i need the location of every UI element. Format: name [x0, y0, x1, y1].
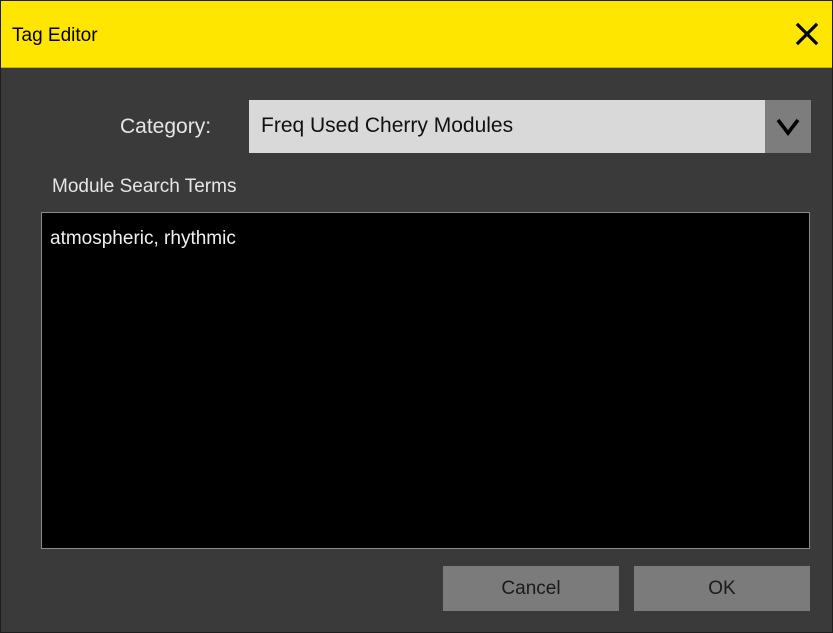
- search-terms-textarea[interactable]: atmospheric, rhythmic: [41, 212, 810, 549]
- cancel-button[interactable]: Cancel: [443, 566, 619, 611]
- dropdown-toggle[interactable]: [765, 100, 811, 153]
- dialog-title: Tag Editor: [12, 25, 98, 46]
- search-terms-label: Module Search Terms: [52, 176, 237, 197]
- category-select[interactable]: Freq Used Cherry Modules: [249, 100, 811, 153]
- close-button[interactable]: [790, 17, 824, 51]
- chevron-down-icon: [776, 118, 800, 136]
- category-label: Category:: [120, 115, 212, 138]
- category-selected-value: Freq Used Cherry Modules: [261, 114, 514, 137]
- close-icon: [795, 22, 819, 46]
- ok-button[interactable]: OK: [634, 566, 810, 611]
- titlebar[interactable]: Tag Editor: [1, 1, 832, 68]
- tag-editor-dialog: Tag Editor Category: Freq Used Cherry Mo…: [0, 0, 833, 633]
